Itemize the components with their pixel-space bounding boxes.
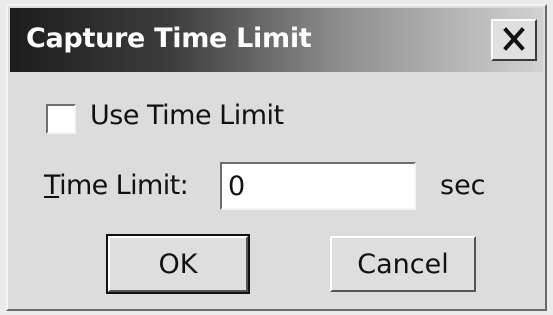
title-bar[interactable]: Capture Time Limit <box>10 8 543 72</box>
use-time-limit-checkbox[interactable] <box>46 104 76 134</box>
capture-time-limit-dialog: Capture Time Limit Use Time Limit Time L… <box>6 4 547 311</box>
time-limit-label-mnemonic: T <box>44 170 60 201</box>
close-icon <box>503 27 525 51</box>
cancel-button[interactable]: Cancel <box>330 236 476 292</box>
close-button[interactable] <box>491 19 537 61</box>
time-limit-label: Time Limit: <box>44 170 189 201</box>
ok-button[interactable]: OK <box>106 234 250 294</box>
time-limit-unit: sec <box>440 170 486 201</box>
use-time-limit-label[interactable]: Use Time Limit <box>90 100 284 131</box>
time-limit-label-rest: ime Limit: <box>59 170 189 201</box>
time-limit-input[interactable] <box>220 162 416 210</box>
dialog-title: Capture Time Limit <box>26 23 312 54</box>
